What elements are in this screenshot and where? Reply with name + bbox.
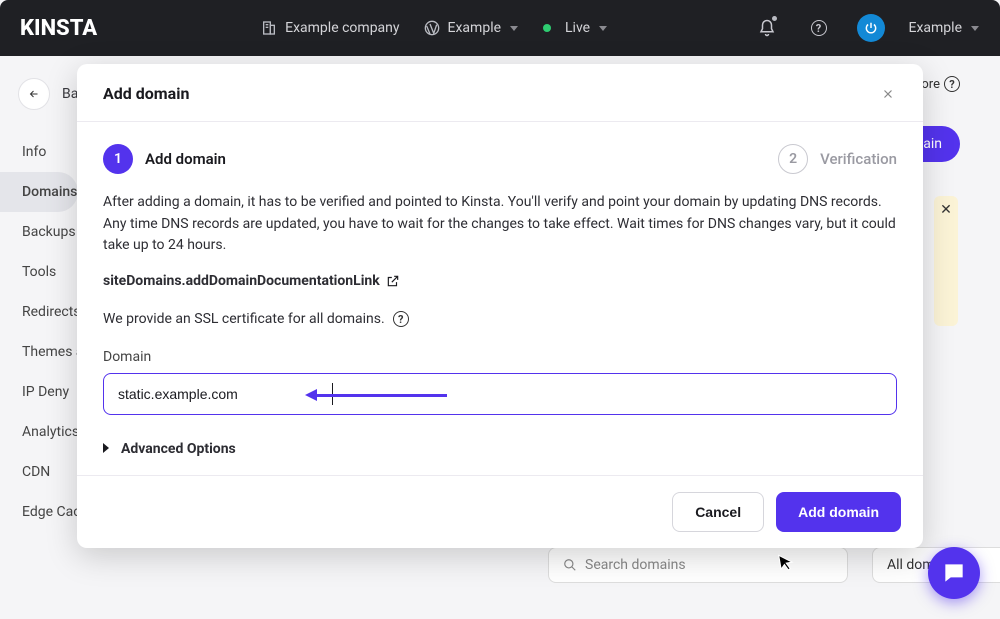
- cursor-icon: [778, 552, 797, 573]
- chevron-down-icon: [509, 23, 519, 33]
- search-icon: [563, 558, 577, 572]
- logo: KINSTA: [20, 16, 97, 41]
- user-name: Example: [909, 20, 962, 36]
- domain-input-label: Domain: [103, 349, 897, 365]
- step-2: 2 Verification: [778, 144, 897, 174]
- ssl-text: We provide an SSL certificate for all do…: [103, 311, 385, 327]
- site-name: Example: [448, 20, 501, 36]
- close-icon: [881, 87, 895, 101]
- arrow-head-icon: [305, 389, 317, 401]
- company-name: Example company: [285, 20, 399, 36]
- domain-input[interactable]: [103, 373, 897, 415]
- advanced-options-toggle[interactable]: Advanced Options: [103, 441, 897, 457]
- ssl-info: We provide an SSL certificate for all do…: [103, 311, 897, 327]
- step-2-label: Verification: [820, 150, 897, 168]
- close-icon[interactable]: ✕: [940, 202, 952, 218]
- cancel-button[interactable]: Cancel: [672, 492, 764, 532]
- chat-icon: [941, 560, 967, 586]
- wordpress-icon: [424, 20, 440, 36]
- status-dot-icon: [543, 24, 551, 32]
- env-selector[interactable]: Live: [543, 20, 608, 36]
- help-icon: ?: [944, 76, 960, 92]
- arrow-left-icon: [28, 88, 40, 100]
- stepper: 1 Add domain 2 Verification: [77, 122, 923, 182]
- pointer-icon: [778, 552, 797, 573]
- modal-overlay: Add domain 1 Add domain 2 Verification A…: [0, 56, 1000, 619]
- modal-title: Add domain: [103, 84, 189, 103]
- help-icon[interactable]: ?: [393, 311, 409, 327]
- chat-launcher[interactable]: [928, 547, 980, 599]
- modal-body: After adding a domain, it has to be veri…: [77, 182, 923, 475]
- close-button[interactable]: [879, 85, 897, 103]
- user-menu[interactable]: Example: [909, 20, 980, 36]
- step-2-number: 2: [778, 144, 808, 174]
- sidebar-item-domains[interactable]: Domains: [0, 172, 78, 212]
- chevron-down-icon: [598, 23, 608, 33]
- power-button[interactable]: [857, 14, 885, 42]
- search-placeholder: Search domains: [585, 557, 686, 573]
- env-label: Live: [565, 20, 590, 36]
- building-icon: [261, 20, 277, 36]
- advanced-options-label: Advanced Options: [121, 441, 236, 457]
- doc-link-text: siteDomains.addDomainDocumentationLink: [103, 273, 380, 289]
- warning-banner: ✕: [934, 196, 958, 326]
- domain-input-wrap: [103, 373, 897, 415]
- site-selector[interactable]: Example: [424, 20, 519, 36]
- step-1-number: 1: [103, 144, 133, 174]
- modal-footer: Cancel Add domain: [77, 475, 923, 548]
- notifications-button[interactable]: [753, 14, 781, 42]
- external-link-icon: [386, 274, 400, 288]
- modal-header: Add domain: [77, 64, 923, 122]
- search-domains-input[interactable]: Search domains: [548, 547, 848, 583]
- step-1-label: Add domain: [145, 150, 226, 168]
- documentation-link[interactable]: siteDomains.addDomainDocumentationLink: [103, 273, 897, 289]
- back-circle: [18, 78, 50, 110]
- add-domain-modal: Add domain 1 Add domain 2 Verification A…: [77, 64, 923, 548]
- bell-icon: [758, 19, 776, 37]
- arrow-line: [317, 394, 447, 397]
- modal-description: After adding a domain, it has to be veri…: [103, 192, 897, 257]
- help-button[interactable]: ?: [805, 14, 833, 42]
- chevron-right-icon: [103, 441, 109, 457]
- chevron-down-icon: [970, 23, 980, 33]
- power-icon: [864, 21, 878, 35]
- add-domain-submit-button[interactable]: Add domain: [776, 492, 901, 532]
- company-selector[interactable]: Example company: [261, 20, 399, 36]
- step-1: 1 Add domain: [103, 144, 226, 174]
- top-nav: KINSTA Example company Example Live ? Ex…: [0, 0, 1000, 56]
- help-icon: ?: [811, 20, 827, 36]
- annotation-arrow: [305, 391, 447, 399]
